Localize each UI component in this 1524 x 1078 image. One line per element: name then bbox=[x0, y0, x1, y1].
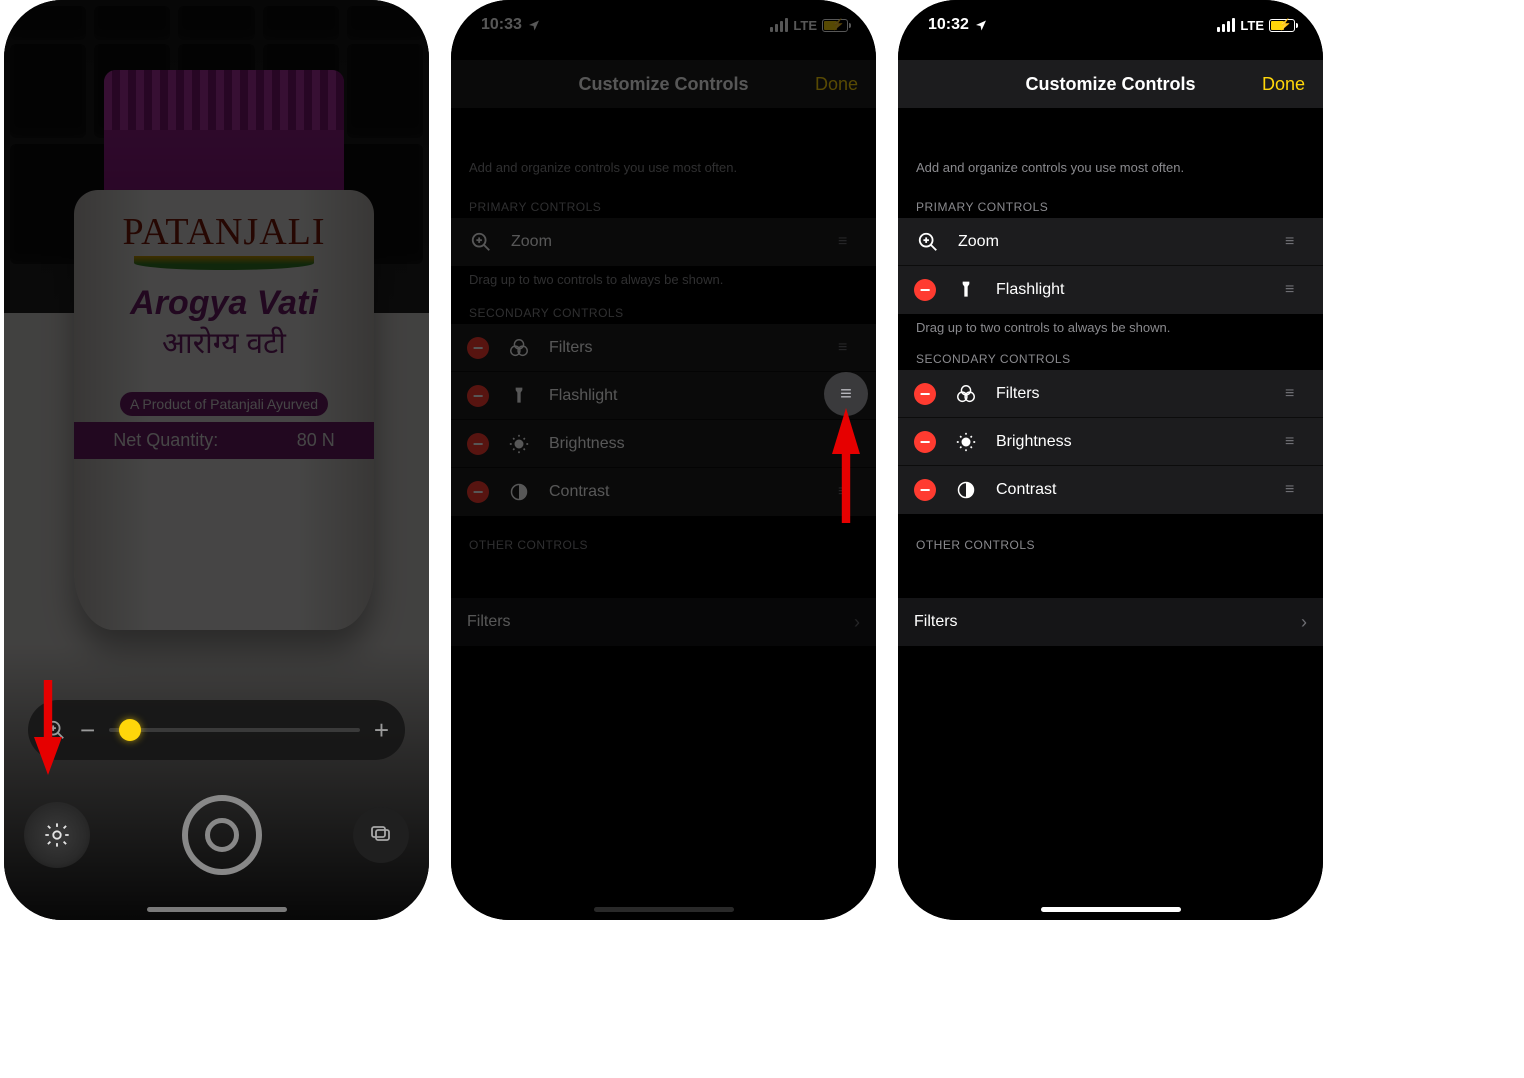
reorder-handle-icon[interactable]: ≡ bbox=[838, 233, 860, 251]
page-title: Customize Controls bbox=[1025, 74, 1195, 95]
shutter-button[interactable] bbox=[182, 795, 262, 875]
primary-hint: Drag up to two controls to always be sho… bbox=[469, 272, 723, 287]
remove-icon[interactable]: − bbox=[467, 385, 489, 407]
location-icon bbox=[528, 19, 540, 31]
reorder-handle-icon[interactable]: ≡ bbox=[1285, 385, 1307, 403]
screen-customize-after: 10:32 LTE ⚡ Customize Controls Done Add … bbox=[898, 0, 1323, 920]
row-label: Filters bbox=[549, 339, 822, 357]
page-title: Customize Controls bbox=[578, 74, 748, 95]
contrast-icon bbox=[952, 480, 980, 500]
brightness-icon bbox=[505, 433, 533, 455]
control-row-zoom[interactable]: Zoom ≡ bbox=[451, 218, 876, 266]
network-label: LTE bbox=[793, 18, 817, 33]
primary-hint: Drag up to two controls to always be sho… bbox=[916, 320, 1170, 335]
home-indicator[interactable] bbox=[594, 907, 734, 912]
signal-icon bbox=[770, 18, 788, 32]
remove-icon[interactable]: − bbox=[467, 433, 489, 455]
network-label: LTE bbox=[1240, 18, 1264, 33]
frames-icon bbox=[369, 823, 393, 847]
row-label: Contrast bbox=[996, 481, 1269, 499]
row-label: Flashlight bbox=[996, 281, 1269, 299]
nav-header: Customize Controls Done bbox=[898, 60, 1323, 108]
signal-icon bbox=[1217, 18, 1235, 32]
other-row-filters[interactable]: Filters › bbox=[898, 598, 1323, 646]
hint-text: Add and organize controls you use most o… bbox=[916, 160, 1184, 175]
row-label: Filters bbox=[996, 385, 1269, 403]
row-label: Zoom bbox=[511, 233, 822, 251]
control-row-filters[interactable]: − Filters ≡ bbox=[451, 324, 876, 372]
row-label: Brightness bbox=[549, 435, 822, 453]
control-row-contrast[interactable]: − Contrast ≡ bbox=[451, 468, 876, 516]
remove-icon[interactable]: − bbox=[914, 431, 936, 453]
zoom-icon bbox=[467, 231, 495, 253]
row-label: Flashlight bbox=[549, 387, 822, 405]
control-row-contrast[interactable]: − Contrast ≡ bbox=[898, 466, 1323, 514]
zoom-in-button[interactable]: + bbox=[374, 715, 389, 746]
row-label: Contrast bbox=[549, 483, 822, 501]
chevron-right-icon: › bbox=[854, 612, 860, 633]
control-row-brightness[interactable]: − Brightness ≡ bbox=[451, 420, 876, 468]
control-row-filters[interactable]: − Filters ≡ bbox=[898, 370, 1323, 418]
zoom-thumb[interactable] bbox=[119, 719, 141, 741]
multi-frame-button[interactable] bbox=[353, 807, 409, 863]
flashlight-icon bbox=[505, 385, 533, 407]
primary-header: PRIMARY CONTROLS bbox=[916, 200, 1048, 214]
nav-header: Customize Controls Done bbox=[451, 60, 876, 108]
chevron-right-icon: › bbox=[1301, 612, 1307, 633]
brightness-icon bbox=[952, 431, 980, 453]
row-label: Filters bbox=[914, 613, 1285, 631]
secondary-header: SECONDARY CONTROLS bbox=[469, 306, 624, 320]
zoom-track[interactable] bbox=[109, 728, 360, 732]
reorder-handle-icon[interactable]: ≡ bbox=[1285, 281, 1307, 299]
zoom-icon bbox=[914, 231, 942, 253]
row-label: Brightness bbox=[996, 433, 1269, 451]
zoom-slider-bar[interactable]: − + bbox=[28, 700, 405, 760]
status-time: 10:33 bbox=[481, 16, 522, 34]
battery-icon: ⚡ bbox=[822, 19, 848, 32]
filters-icon bbox=[505, 337, 533, 359]
hint-text: Add and organize controls you use most o… bbox=[469, 160, 737, 175]
screen-magnifier: PATANJALI Arogya Vati आरोग्य वटी A Produ… bbox=[4, 0, 429, 920]
secondary-header: SECONDARY CONTROLS bbox=[916, 352, 1071, 366]
reorder-handle-icon[interactable]: ≡ bbox=[1285, 433, 1307, 451]
remove-icon[interactable]: − bbox=[467, 337, 489, 359]
other-header: OTHER CONTROLS bbox=[916, 538, 1035, 552]
home-indicator[interactable] bbox=[1041, 907, 1181, 912]
primary-header: PRIMARY CONTROLS bbox=[469, 200, 601, 214]
zoom-out-button[interactable]: − bbox=[80, 715, 95, 746]
other-header: OTHER CONTROLS bbox=[469, 538, 588, 552]
screen-customize-before: 10:33 LTE ⚡ Customize Controls Done Add … bbox=[451, 0, 876, 920]
reorder-handle-icon: ≡ bbox=[840, 383, 852, 406]
status-time: 10:32 bbox=[928, 16, 969, 34]
contrast-icon bbox=[505, 482, 533, 502]
battery-icon: ⚡ bbox=[1269, 19, 1295, 32]
remove-icon[interactable]: − bbox=[914, 279, 936, 301]
gear-icon bbox=[43, 821, 71, 849]
reorder-handle-icon[interactable]: ≡ bbox=[838, 339, 860, 357]
location-icon bbox=[975, 19, 987, 31]
home-indicator[interactable] bbox=[147, 907, 287, 912]
control-row-flashlight[interactable]: − Flashlight ≡ bbox=[451, 372, 876, 420]
remove-icon[interactable]: − bbox=[914, 479, 936, 501]
remove-icon[interactable]: − bbox=[467, 481, 489, 503]
row-label: Zoom bbox=[958, 233, 1269, 251]
filters-icon bbox=[952, 383, 980, 405]
reorder-handle-icon[interactable]: ≡ bbox=[1285, 481, 1307, 499]
reorder-handle-icon[interactable]: ≡ bbox=[1285, 233, 1307, 251]
done-button[interactable]: Done bbox=[815, 74, 858, 95]
control-row-zoom[interactable]: Zoom ≡ bbox=[898, 218, 1323, 266]
done-button[interactable]: Done bbox=[1262, 74, 1305, 95]
other-row-filters[interactable]: Filters › bbox=[451, 598, 876, 646]
row-label: Filters bbox=[467, 613, 838, 631]
control-row-flashlight[interactable]: − Flashlight ≡ bbox=[898, 266, 1323, 314]
flashlight-icon bbox=[952, 279, 980, 301]
control-row-brightness[interactable]: − Brightness ≡ bbox=[898, 418, 1323, 466]
settings-button[interactable] bbox=[24, 802, 90, 868]
remove-icon[interactable]: − bbox=[914, 383, 936, 405]
